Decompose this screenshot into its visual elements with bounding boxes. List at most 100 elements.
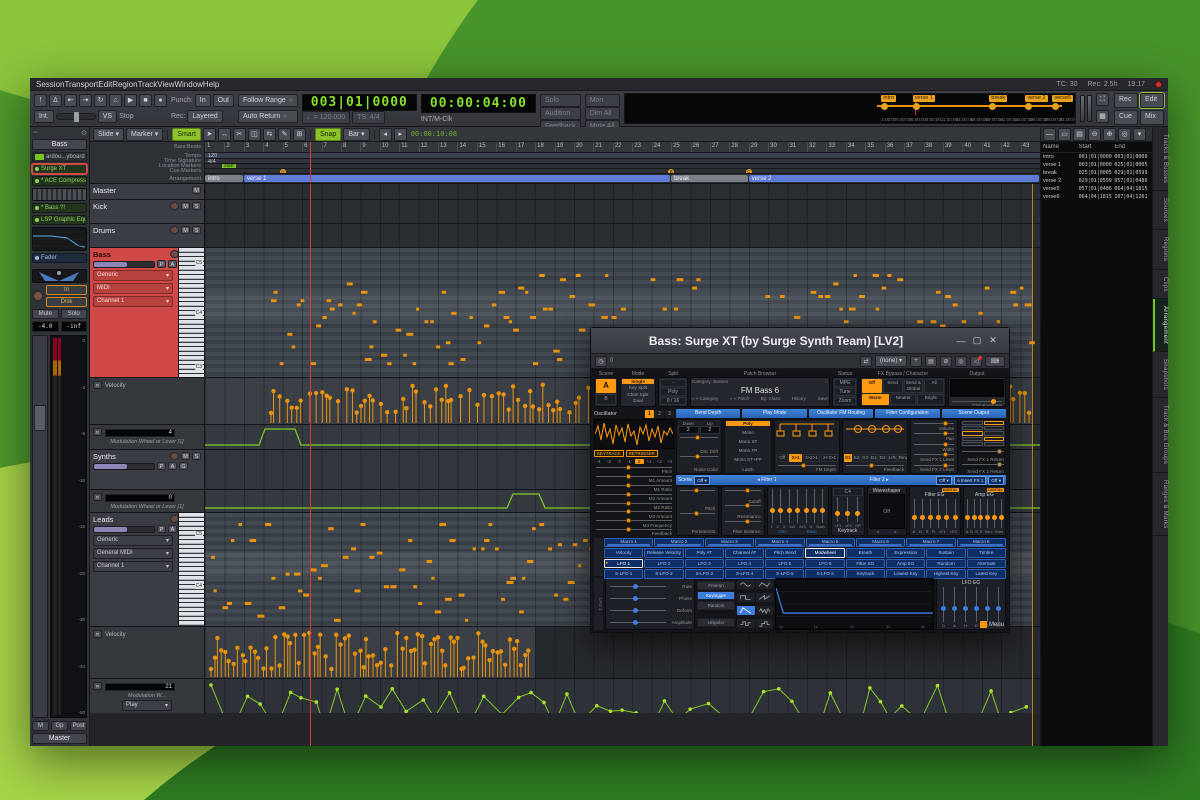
- section-row[interactable]: intro001|01|0000003|01|0000: [1041, 153, 1152, 161]
- scene-b-button[interactable]: B: [596, 394, 616, 405]
- midi-note[interactable]: [663, 308, 667, 311]
- midi-note[interactable]: [250, 539, 257, 542]
- midi-note[interactable]: [430, 320, 434, 323]
- keytrack-root[interactable]: C4: [833, 488, 863, 496]
- velocity-lollipop[interactable]: [515, 639, 519, 643]
- strip-bottom-button[interactable]: Post: [70, 721, 87, 731]
- velocity-lollipop[interactable]: [1027, 411, 1031, 415]
- patch-save-button[interactable]: Save: [818, 396, 828, 401]
- midi-note[interactable]: [381, 354, 387, 357]
- automation-node[interactable]: [246, 694, 250, 698]
- amp-eg-slider[interactable]: [985, 498, 990, 529]
- midi-note[interactable]: [286, 573, 290, 576]
- midi-note[interactable]: [1013, 303, 1018, 306]
- octave-option[interactable]: -3: [604, 459, 613, 464]
- velocity-lollipop[interactable]: [379, 402, 383, 406]
- automation-node[interactable]: [299, 696, 303, 700]
- status-option[interactable]: Zoom: [834, 397, 856, 405]
- filter-config-option[interactable]: S3: [861, 454, 869, 462]
- time-signature-button[interactable]: TS: 4/4: [352, 111, 385, 124]
- play-mode-option[interactable]: Mono ST+FP: [726, 457, 770, 462]
- midi-note[interactable]: [579, 329, 586, 332]
- midi-note[interactable]: [887, 274, 891, 277]
- fm-routing-option[interactable]: Off: [776, 454, 788, 462]
- pan-control[interactable]: [32, 269, 87, 283]
- midi-note[interactable]: [533, 362, 538, 365]
- zoom-out-icon[interactable]: ⊖: [1088, 128, 1101, 141]
- slfo-source-cell[interactable]: S-LFO 2: [644, 569, 683, 579]
- monitor-button[interactable]: Mon: [585, 94, 620, 107]
- octave-option[interactable]: +3: [665, 459, 674, 464]
- waveshaper-prev[interactable]: ◂: [877, 529, 879, 534]
- processor-lsp-eq[interactable]: LSP Graphic Equal: [32, 215, 87, 225]
- velocity-lollipop[interactable]: [429, 642, 433, 646]
- lfo-source-cell[interactable]: Filter EG: [846, 559, 885, 569]
- midi-note[interactable]: [495, 547, 499, 550]
- midi-note[interactable]: [513, 329, 519, 332]
- velocity-lollipop[interactable]: [359, 404, 363, 408]
- midi-note[interactable]: [373, 320, 377, 323]
- fx-slot[interactable]: [984, 426, 1005, 430]
- lfo-eg-slider[interactable]: [996, 586, 1001, 623]
- waveshaper-display[interactable]: Off: [869, 494, 905, 529]
- automation-node[interactable]: [482, 694, 486, 698]
- midi-note[interactable]: [442, 291, 446, 294]
- fx-slot[interactable]: [984, 421, 1005, 425]
- record-arm[interactable]: [170, 202, 179, 210]
- automation-node[interactable]: [448, 691, 452, 695]
- scene-output-slider[interactable]: Width: [912, 442, 956, 451]
- retrigger-toggle[interactable]: RETRIGGER: [626, 450, 658, 457]
- play-mode-option[interactable]: Poly: [726, 421, 770, 426]
- mod-value[interactable]: 21: [105, 683, 175, 691]
- split-option[interactable]: Poly: [660, 388, 686, 396]
- midi-note[interactable]: [696, 278, 700, 281]
- midi-note[interactable]: [1025, 303, 1032, 306]
- velocity-lollipop[interactable]: [328, 396, 332, 400]
- slfo-source-cell[interactable]: S-LFO 4: [725, 569, 764, 579]
- velocity-lollipop[interactable]: [423, 661, 427, 665]
- midi-note[interactable]: [274, 291, 278, 294]
- velocity-lollipop[interactable]: [523, 404, 527, 408]
- midi-note[interactable]: [451, 312, 457, 315]
- velocity-lollipop[interactable]: [416, 632, 420, 636]
- lfo-shape-snh[interactable]: [737, 619, 755, 628]
- velocity-lollipop[interactable]: [395, 631, 399, 635]
- midi-note[interactable]: [445, 598, 452, 601]
- midi-note[interactable]: [435, 610, 441, 613]
- velocity-lollipop[interactable]: [269, 411, 273, 415]
- ruler-label[interactable]: Arrangement: [90, 174, 204, 184]
- velocity-lollipop[interactable]: [480, 640, 484, 644]
- midi-note[interactable]: [985, 287, 990, 290]
- midi-note[interactable]: [287, 333, 292, 336]
- velocity-lollipop[interactable]: [289, 405, 293, 409]
- snap-toggle[interactable]: Snap: [315, 128, 341, 141]
- velocity-lollipop[interactable]: [404, 406, 408, 410]
- mod-source-cell[interactable]: Poly AT: [685, 548, 724, 558]
- midi-note[interactable]: [539, 523, 544, 526]
- grid-type-dropdown[interactable]: Bar ▾: [343, 128, 369, 141]
- automation-node[interactable]: [989, 689, 993, 693]
- macro-cell[interactable]: Macro 7: [906, 538, 955, 547]
- midi-note[interactable]: [794, 316, 800, 319]
- fx-slot[interactable]: [962, 437, 983, 441]
- section-header[interactable]: Bend Depth: [676, 409, 740, 418]
- sidebar-tab[interactable]: Track & Bus Groups: [1153, 398, 1168, 472]
- midi-note[interactable]: [328, 527, 334, 530]
- home-button[interactable]: ⌂: [109, 94, 122, 107]
- automation-node[interactable]: [688, 707, 692, 711]
- scene-slider[interactable]: Noise Color: [678, 454, 720, 473]
- midi-note[interactable]: [330, 308, 335, 311]
- velocity-lollipop[interactable]: [440, 398, 444, 402]
- midi-note[interactable]: [239, 523, 243, 526]
- fx-slot[interactable]: [962, 431, 983, 435]
- automation-node[interactable]: [634, 711, 638, 713]
- save-preset-icon[interactable]: ▤: [925, 356, 937, 367]
- menu-item[interactable]: Transport: [64, 80, 98, 89]
- lfo-slider[interactable]: Amplitude: [608, 619, 692, 626]
- midi-note[interactable]: [413, 585, 417, 588]
- midi-note[interactable]: [518, 287, 524, 290]
- mini-timeline[interactable]: introverse 1breakverse 2verse51:00:004:0…: [624, 93, 1076, 124]
- track-name[interactable]: Bass: [93, 250, 111, 259]
- velocity-lollipop[interactable]: [508, 637, 512, 641]
- processor-bass[interactable]: * Bass ?!: [32, 203, 87, 213]
